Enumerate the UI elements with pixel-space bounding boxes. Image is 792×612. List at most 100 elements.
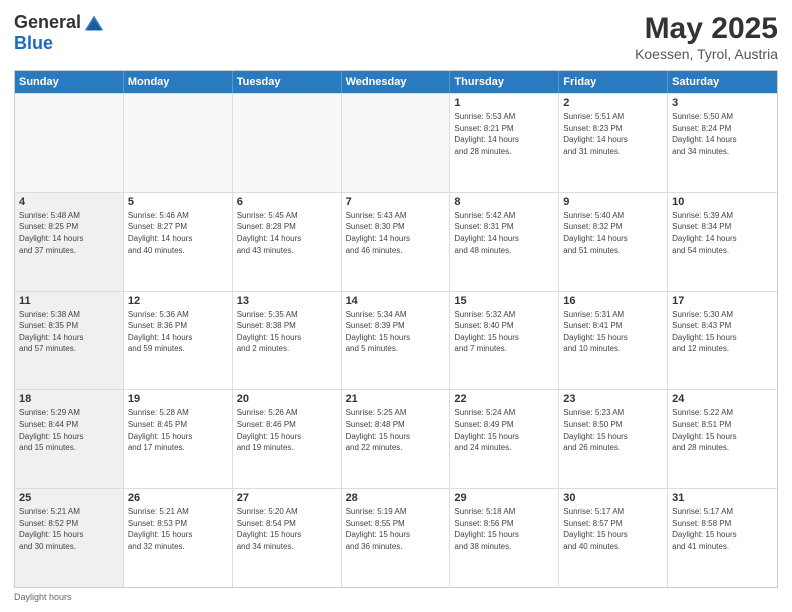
weekday-header-thursday: Thursday	[450, 71, 559, 93]
calendar-cell-empty-0-0	[15, 94, 124, 192]
cell-info: Sunrise: 5:40 AM Sunset: 8:32 PM Dayligh…	[563, 210, 663, 256]
calendar-cell-16: 16 Sunrise: 5:31 AM Sunset: 8:41 PM Dayli…	[559, 292, 668, 390]
calendar-cell-empty-0-2	[233, 94, 342, 192]
day-number: 17	[672, 295, 773, 307]
cell-info: Sunrise: 5:42 AM Sunset: 8:31 PM Dayligh…	[454, 210, 554, 256]
calendar-cell-13: 13 Sunrise: 5:35 AM Sunset: 8:38 PM Dayli…	[233, 292, 342, 390]
cell-info: Sunrise: 5:22 AM Sunset: 8:51 PM Dayligh…	[672, 407, 773, 453]
calendar-cell-8: 8 Sunrise: 5:42 AM Sunset: 8:31 PM Daylig…	[450, 193, 559, 291]
calendar-header: SundayMondayTuesdayWednesdayThursdayFrid…	[15, 71, 777, 93]
day-number: 16	[563, 295, 663, 307]
calendar-cell-25: 25 Sunrise: 5:21 AM Sunset: 8:52 PM Dayli…	[15, 489, 124, 587]
cell-info: Sunrise: 5:24 AM Sunset: 8:49 PM Dayligh…	[454, 407, 554, 453]
cell-info: Sunrise: 5:25 AM Sunset: 8:48 PM Dayligh…	[346, 407, 446, 453]
calendar-cell-15: 15 Sunrise: 5:32 AM Sunset: 8:40 PM Dayli…	[450, 292, 559, 390]
calendar-cell-5: 5Sunrise: 5:46 AM Sunset: 8:27 PM Daylig…	[124, 193, 233, 291]
day-number: 20	[237, 393, 337, 405]
cell-info: Sunrise: 5:30 AM Sunset: 8:43 PM Dayligh…	[672, 309, 773, 355]
cell-info: Sunrise: 5:43 AM Sunset: 8:30 PM Dayligh…	[346, 210, 446, 256]
cell-info: Sunrise: 5:17 AM Sunset: 8:57 PM Dayligh…	[563, 506, 663, 552]
cell-info: Sunrise: 5:20 AM Sunset: 8:54 PM Dayligh…	[237, 506, 337, 552]
day-number: 19	[128, 393, 228, 405]
calendar-cell-1: 1Sunrise: 5:53 AM Sunset: 8:21 PM Daylig…	[450, 94, 559, 192]
calendar-cell-17: 17 Sunrise: 5:30 AM Sunset: 8:43 PM Dayli…	[668, 292, 777, 390]
calendar-row-0: 1Sunrise: 5:53 AM Sunset: 8:21 PM Daylig…	[15, 93, 777, 192]
day-number: 8	[454, 196, 554, 208]
day-number: 12	[128, 295, 228, 307]
day-number: 11	[19, 295, 119, 307]
cell-info: Sunrise: 5:23 AM Sunset: 8:50 PM Dayligh…	[563, 407, 663, 453]
calendar-cell-28: 28 Sunrise: 5:19 AM Sunset: 8:55 PM Dayli…	[342, 489, 451, 587]
cell-info: Sunrise: 5:32 AM Sunset: 8:40 PM Dayligh…	[454, 309, 554, 355]
cell-info: Sunrise: 5:19 AM Sunset: 8:55 PM Dayligh…	[346, 506, 446, 552]
day-number: 26	[128, 492, 228, 504]
calendar-row-3: 18Sunrise: 5:29 AM Sunset: 8:44 PM Dayli…	[15, 389, 777, 488]
day-number: 6	[237, 196, 337, 208]
cell-info: Sunrise: 5:26 AM Sunset: 8:46 PM Dayligh…	[237, 407, 337, 453]
cell-info: Sunrise: 5:51 AM Sunset: 8:23 PM Dayligh…	[563, 111, 663, 157]
day-number: 22	[454, 393, 554, 405]
calendar-body: 1Sunrise: 5:53 AM Sunset: 8:21 PM Daylig…	[15, 93, 777, 587]
calendar-cell-10: 10Sunrise: 5:39 AM Sunset: 8:34 PM Dayli…	[668, 193, 777, 291]
day-number: 5	[128, 196, 228, 208]
day-number: 14	[346, 295, 446, 307]
calendar-cell-29: 29Sunrise: 5:18 AM Sunset: 8:56 PM Dayli…	[450, 489, 559, 587]
cell-info: Sunrise: 5:21 AM Sunset: 8:52 PM Dayligh…	[19, 506, 119, 552]
calendar-cell-3: 3 Sunrise: 5:50 AM Sunset: 8:24 PM Daylig…	[668, 94, 777, 192]
calendar-cell-9: 9 Sunrise: 5:40 AM Sunset: 8:32 PM Daylig…	[559, 193, 668, 291]
cell-info: Sunrise: 5:35 AM Sunset: 8:38 PM Dayligh…	[237, 309, 337, 355]
day-number: 25	[19, 492, 119, 504]
day-number: 7	[346, 196, 446, 208]
calendar: SundayMondayTuesdayWednesdayThursdayFrid…	[14, 70, 778, 588]
day-number: 30	[563, 492, 663, 504]
day-number: 21	[346, 393, 446, 405]
day-number: 23	[563, 393, 663, 405]
calendar-cell-19: 19 Sunrise: 5:28 AM Sunset: 8:45 PM Dayli…	[124, 390, 233, 488]
logo-general-text: General	[14, 13, 81, 33]
calendar-cell-22: 22 Sunrise: 5:24 AM Sunset: 8:49 PM Dayli…	[450, 390, 559, 488]
cell-info: Sunrise: 5:31 AM Sunset: 8:41 PM Dayligh…	[563, 309, 663, 355]
calendar-row-2: 11Sunrise: 5:38 AM Sunset: 8:35 PM Dayli…	[15, 291, 777, 390]
calendar-cell-18: 18Sunrise: 5:29 AM Sunset: 8:44 PM Dayli…	[15, 390, 124, 488]
cell-info: Sunrise: 5:28 AM Sunset: 8:45 PM Dayligh…	[128, 407, 228, 453]
title-block: May 2025 Koessen, Tyrol, Austria	[635, 12, 778, 62]
calendar-cell-31: 31Sunrise: 5:17 AM Sunset: 8:58 PM Dayli…	[668, 489, 777, 587]
calendar-cell-24: 24Sunrise: 5:22 AM Sunset: 8:51 PM Dayli…	[668, 390, 777, 488]
cell-info: Sunrise: 5:39 AM Sunset: 8:34 PM Dayligh…	[672, 210, 773, 256]
day-number: 27	[237, 492, 337, 504]
cell-info: Sunrise: 5:53 AM Sunset: 8:21 PM Dayligh…	[454, 111, 554, 157]
cell-info: Sunrise: 5:36 AM Sunset: 8:36 PM Dayligh…	[128, 309, 228, 355]
day-number: 18	[19, 393, 119, 405]
weekday-header-saturday: Saturday	[668, 71, 777, 93]
weekday-header-sunday: Sunday	[15, 71, 124, 93]
calendar-cell-27: 27 Sunrise: 5:20 AM Sunset: 8:54 PM Dayli…	[233, 489, 342, 587]
logo-blue-text: Blue	[14, 33, 53, 53]
day-number: 15	[454, 295, 554, 307]
calendar-cell-14: 14 Sunrise: 5:34 AM Sunset: 8:39 PM Dayli…	[342, 292, 451, 390]
day-number: 28	[346, 492, 446, 504]
logo: General Blue	[14, 12, 105, 54]
calendar-row-1: 4 Sunrise: 5:48 AM Sunset: 8:25 PM Daylig…	[15, 192, 777, 291]
calendar-cell-21: 21 Sunrise: 5:25 AM Sunset: 8:48 PM Dayli…	[342, 390, 451, 488]
cell-info: Sunrise: 5:48 AM Sunset: 8:25 PM Dayligh…	[19, 210, 119, 256]
calendar-cell-7: 7 Sunrise: 5:43 AM Sunset: 8:30 PM Daylig…	[342, 193, 451, 291]
cell-info: Sunrise: 5:45 AM Sunset: 8:28 PM Dayligh…	[237, 210, 337, 256]
footer-note: Daylight hours	[14, 592, 778, 602]
cell-info: Sunrise: 5:50 AM Sunset: 8:24 PM Dayligh…	[672, 111, 773, 157]
day-number: 13	[237, 295, 337, 307]
day-number: 29	[454, 492, 554, 504]
calendar-cell-26: 26Sunrise: 5:21 AM Sunset: 8:53 PM Dayli…	[124, 489, 233, 587]
weekday-header-tuesday: Tuesday	[233, 71, 342, 93]
cell-info: Sunrise: 5:34 AM Sunset: 8:39 PM Dayligh…	[346, 309, 446, 355]
calendar-cell-23: 23 Sunrise: 5:23 AM Sunset: 8:50 PM Dayli…	[559, 390, 668, 488]
weekday-header-friday: Friday	[559, 71, 668, 93]
main-title: May 2025	[635, 12, 778, 46]
day-number: 3	[672, 97, 773, 109]
calendar-cell-11: 11Sunrise: 5:38 AM Sunset: 8:35 PM Dayli…	[15, 292, 124, 390]
calendar-cell-4: 4 Sunrise: 5:48 AM Sunset: 8:25 PM Daylig…	[15, 193, 124, 291]
day-number: 4	[19, 196, 119, 208]
cell-info: Sunrise: 5:17 AM Sunset: 8:58 PM Dayligh…	[672, 506, 773, 552]
logo-icon	[83, 12, 105, 34]
day-number: 9	[563, 196, 663, 208]
header: General Blue May 2025 Koessen, Tyrol, Au…	[14, 12, 778, 62]
